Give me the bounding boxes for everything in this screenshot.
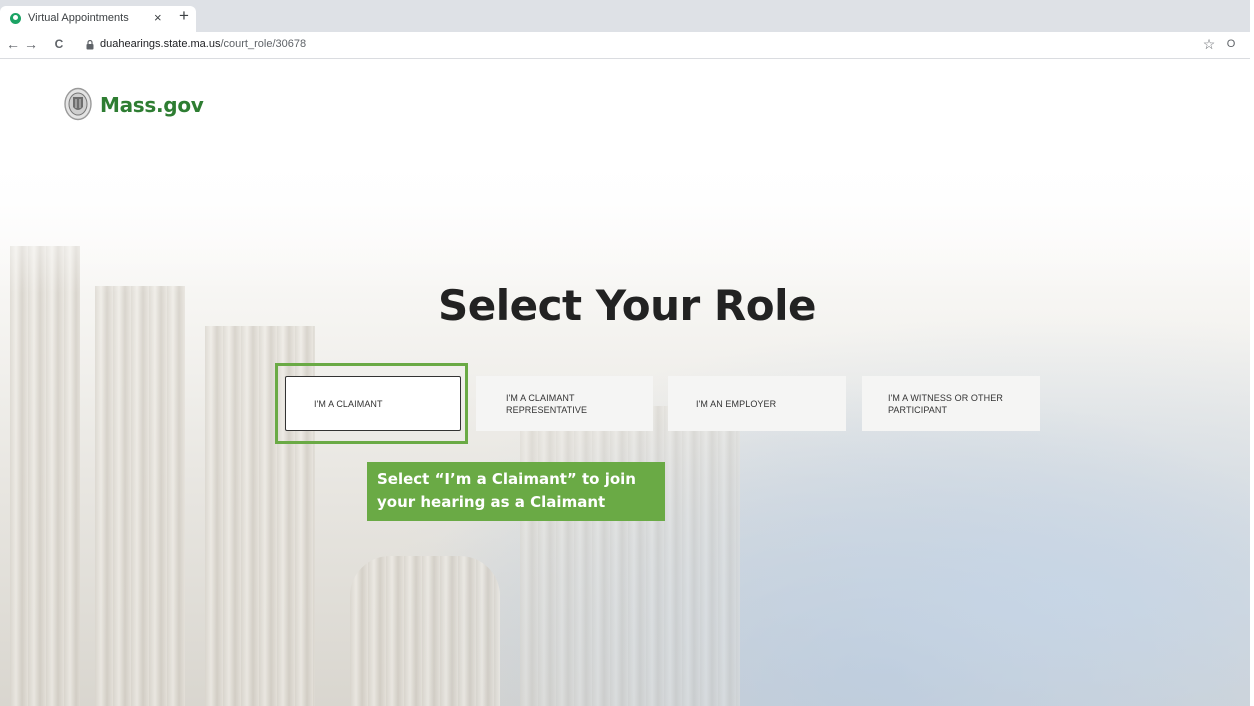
lock-icon [86,40,94,50]
role-claimant-representative-button[interactable]: I'M A CLAIMANT REPRESENTATIVE [476,376,653,431]
column-decoration [95,286,185,706]
role-label: I'M A WITNESS OR OTHER PARTICIPANT [880,392,1003,416]
role-employer-button[interactable]: I'M AN EMPLOYER [668,376,846,431]
reload-icon[interactable]: C [50,35,68,53]
column-decoration [350,556,500,706]
new-tab-icon[interactable]: + [176,7,192,24]
browser-toolbar: ← → C duahearings.state.ma.us/court_role… [0,32,1254,59]
browser-tab[interactable]: Virtual Appointments × [0,6,196,32]
role-label-line: I'M A CLAIMANT [506,392,575,403]
callout-line: your hearing as a Claimant [377,493,606,511]
close-tab-icon[interactable]: × [154,10,162,26]
address-bar[interactable]: duahearings.state.ma.us/court_role/30678 [100,38,306,50]
column-decoration [520,406,740,706]
site-favicon-icon [10,13,21,24]
browser-tabstrip: Virtual Appointments × + [0,0,1254,32]
role-witness-participant-button[interactable]: I'M A WITNESS OR OTHER PARTICIPANT [862,376,1040,431]
role-label: I'M AN EMPLOYER [696,398,777,409]
hero-fade [0,154,1254,294]
callout-line: Select “I’m a Claimant” to join [377,470,636,488]
forward-icon[interactable]: → [22,35,40,53]
window-edge [1250,0,1254,706]
extension-icon[interactable]: O [1222,35,1240,53]
tab-title: Virtual Appointments [28,12,129,24]
url-host: duahearings.state.ma.us [100,38,221,50]
page-title: Select Your Role [438,281,816,330]
role-label-line: PARTICIPANT [888,404,948,415]
role-label: I'M A CLAIMANT REPRESENTATIVE [494,392,587,416]
mass-seal-logo-icon [64,87,92,121]
annotation-highlight-box [275,363,468,444]
role-label-line: I'M A WITNESS OR OTHER [888,392,1003,403]
role-label-line: REPRESENTATIVE [506,404,588,415]
back-icon[interactable]: ← [4,35,22,53]
site-name[interactable]: Mass.gov [100,93,204,117]
annotation-callout: Select “I’m a Claimant” to join your hea… [367,462,665,521]
page-content: Mass.gov Select Your Role I'M A CLAIMANT… [0,59,1254,706]
url-path: /court_role/30678 [220,38,307,50]
bookmark-star-icon[interactable]: ☆ [1200,35,1218,53]
